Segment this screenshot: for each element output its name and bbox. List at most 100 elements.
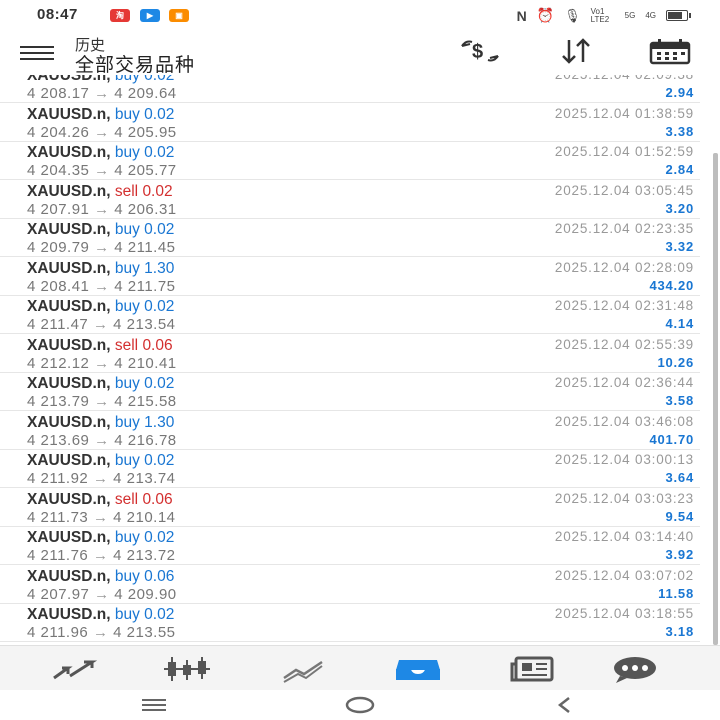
- trade-symbol: XAUUSD.n, buy 0.02: [27, 106, 174, 124]
- trade-profit: 3.92: [665, 547, 694, 562]
- calendar-icon: [649, 39, 691, 65]
- trade-symbol: XAUUSD.n, buy 0.02: [27, 606, 174, 624]
- trade-time: 2025.12.04 03:07:02: [554, 567, 694, 583]
- orange-app-icon: ▣: [169, 9, 189, 22]
- trade-direction: buy: [114, 452, 140, 469]
- trade-row[interactable]: XAUUSD.n, buy 0.02 4 209.79 → 4 211.45 202…: [0, 219, 700, 257]
- symbol-name: XAUUSD.n,: [27, 606, 111, 623]
- trade-row[interactable]: XAUUSD.n, buy 0.02 4 211.47 → 4 213.54 202…: [0, 296, 700, 334]
- trade-volume: 0.02: [144, 144, 175, 161]
- trade-volume: 0.02: [144, 221, 175, 238]
- trade-symbol: XAUUSD.n, buy 1.30: [27, 260, 174, 278]
- system-navigation-bar: [0, 690, 720, 720]
- symbol-name: XAUUSD.n,: [27, 298, 111, 315]
- trade-row[interactable]: XAUUSD.n, sell 0.06 4 211.73 → 4 210.14 20…: [0, 489, 700, 527]
- home-circle-icon: [345, 696, 375, 714]
- close-price: 4 216.78: [114, 431, 177, 449]
- trade-row[interactable]: XAUUSD.n, buy 0.02 4 211.92 → 4 213.74 202…: [0, 450, 700, 488]
- home-button[interactable]: [330, 693, 390, 717]
- open-price: 4 211.96: [27, 624, 89, 641]
- close-price: 4 211.45: [114, 239, 176, 256]
- candlestick-icon: [164, 657, 210, 681]
- symbol-name: XAUUSD.n,: [27, 375, 111, 392]
- trade-profit: 3.38: [665, 123, 694, 139]
- trade-row[interactable]: XAUUSD.n, buy 1.30 4 213.69 → 4 216.78 202…: [0, 412, 700, 450]
- calendar-button[interactable]: [648, 36, 692, 66]
- nav-trade[interactable]: [273, 652, 333, 686]
- open-price: 4 211.92: [27, 470, 89, 487]
- trade-time: 2025.12.04 01:52:59: [554, 144, 694, 159]
- trade-time: 2025.12.04 03:14:40: [554, 529, 694, 544]
- trade-row[interactable]: XAUUSD.n, buy 0.06 4 207.97 → 4 209.90 202…: [0, 566, 700, 604]
- trade-volume: 1.30: [144, 259, 175, 277]
- trade-symbol: XAUUSD.n, buy 0.02: [27, 221, 174, 239]
- open-price: 4 212.12: [27, 354, 90, 372]
- close-price: 4 213.54: [113, 316, 176, 333]
- price-arrow-icon: →: [94, 354, 110, 372]
- inbox-icon: [396, 660, 440, 680]
- dollar-exchange-icon: $: [461, 40, 499, 63]
- status-icons: N ⏰ 🎙 Vo1 LTE2 5G 4G: [516, 7, 691, 24]
- bottom-navigation: [0, 645, 720, 691]
- trade-row[interactable]: XAUUSD.n, buy 0.02 4 211.96 → 4 213.55 202…: [0, 604, 700, 642]
- price-arrow-icon: →: [92, 547, 109, 564]
- trade-history-list[interactable]: XAUUSD.n, buy 0.024 208.17 → 4 209.64202…: [0, 75, 700, 645]
- trade-symbol: XAUUSD.n, sell 0.06: [27, 491, 173, 509]
- trade-symbol: XAUUSD.n, buy 1.30: [27, 414, 174, 432]
- trade-row[interactable]: XAUUSD.n, buy 0.02 4 204.35 → 4 205.77 202…: [0, 142, 700, 180]
- nav-news[interactable]: [503, 652, 563, 686]
- open-price: 4 208.17: [27, 85, 90, 102]
- sort-button[interactable]: [555, 36, 599, 66]
- nav-history[interactable]: [388, 652, 448, 686]
- trade-symbol: XAUUSD.n, buy 0.06: [27, 568, 174, 586]
- trade-row[interactable]: XAUUSD.n, buy 0.024 208.17 → 4 209.64202…: [0, 75, 700, 103]
- scrollbar-thumb[interactable]: [713, 153, 718, 645]
- trade-row[interactable]: XAUUSD.n, buy 0.02 4 211.76 → 4 213.72 202…: [0, 527, 700, 565]
- trade-volume: 0.06: [142, 336, 173, 354]
- symbol-name: XAUUSD.n,: [27, 221, 111, 238]
- trade-volume: 0.02: [142, 182, 173, 200]
- recent-apps-button[interactable]: [124, 693, 184, 717]
- nav-chat[interactable]: [605, 652, 665, 686]
- trade-volume: 0.02: [144, 606, 175, 623]
- open-price: 4 207.91: [27, 200, 90, 218]
- trade-prices: 4 213.69 → 4 216.78: [27, 432, 177, 449]
- nfc-icon: N: [516, 7, 527, 24]
- trade-direction: buy: [114, 144, 140, 161]
- symbol-name: XAUUSD.n,: [27, 144, 111, 161]
- symbol-name: XAUUSD.n,: [27, 413, 111, 431]
- nav-quotes[interactable]: [43, 652, 103, 686]
- trade-row[interactable]: XAUUSD.n, buy 1.30 4 208.41 → 4 211.75 202…: [0, 258, 700, 296]
- recent-apps-icon: [142, 699, 166, 711]
- trade-profit: 3.64: [665, 470, 694, 485]
- trade-prices: 4 209.79 → 4 211.45: [27, 239, 176, 256]
- trade-symbol: XAUUSD.n, buy 0.02: [27, 452, 174, 470]
- trade-prices: 4 211.47 → 4 213.54: [27, 316, 176, 333]
- trade-time: 2025.12.04 02:31:48: [554, 298, 694, 313]
- menu-icon[interactable]: [20, 46, 54, 60]
- trade-volume: 0.02: [144, 75, 175, 84]
- symbol-name: XAUUSD.n,: [27, 452, 111, 469]
- close-price: 4 210.14: [113, 508, 176, 526]
- trade-time: 2025.12.04 02:09:38: [555, 75, 694, 82]
- app-bar: 历史 全部交易品种 $: [0, 30, 720, 77]
- trade-prices: 4 213.79 → 4 215.58: [27, 393, 177, 410]
- red-app-icon: 淘: [110, 9, 130, 22]
- trade-profit: 3.20: [665, 200, 694, 216]
- symbol-filter-title[interactable]: 全部交易品种: [75, 50, 195, 77]
- back-button[interactable]: [535, 693, 595, 717]
- trade-profit: 401.70: [649, 431, 694, 447]
- trade-row[interactable]: XAUUSD.n, buy 0.02 4 204.26 → 4 205.95 202…: [0, 104, 700, 142]
- trade-volume: 1.30: [144, 413, 175, 431]
- trade-direction: buy: [114, 375, 140, 392]
- trade-symbol: XAUUSD.n, buy 0.02: [27, 75, 174, 85]
- open-price: 4 204.35: [27, 162, 90, 179]
- trade-direction: buy: [114, 259, 140, 277]
- nav-chart[interactable]: [157, 652, 217, 686]
- currency-swap-button[interactable]: $: [458, 36, 502, 66]
- scrollbar[interactable]: [702, 75, 720, 645]
- trade-row[interactable]: XAUUSD.n, sell 0.06 4 212.12 → 4 210.41 20…: [0, 335, 700, 373]
- trade-row[interactable]: XAUUSD.n, sell 0.02 4 207.91 → 4 206.31 20…: [0, 181, 700, 219]
- trade-row[interactable]: XAUUSD.n, buy 0.02 4 213.79 → 4 215.58 202…: [0, 373, 700, 411]
- trade-direction: buy: [114, 105, 140, 123]
